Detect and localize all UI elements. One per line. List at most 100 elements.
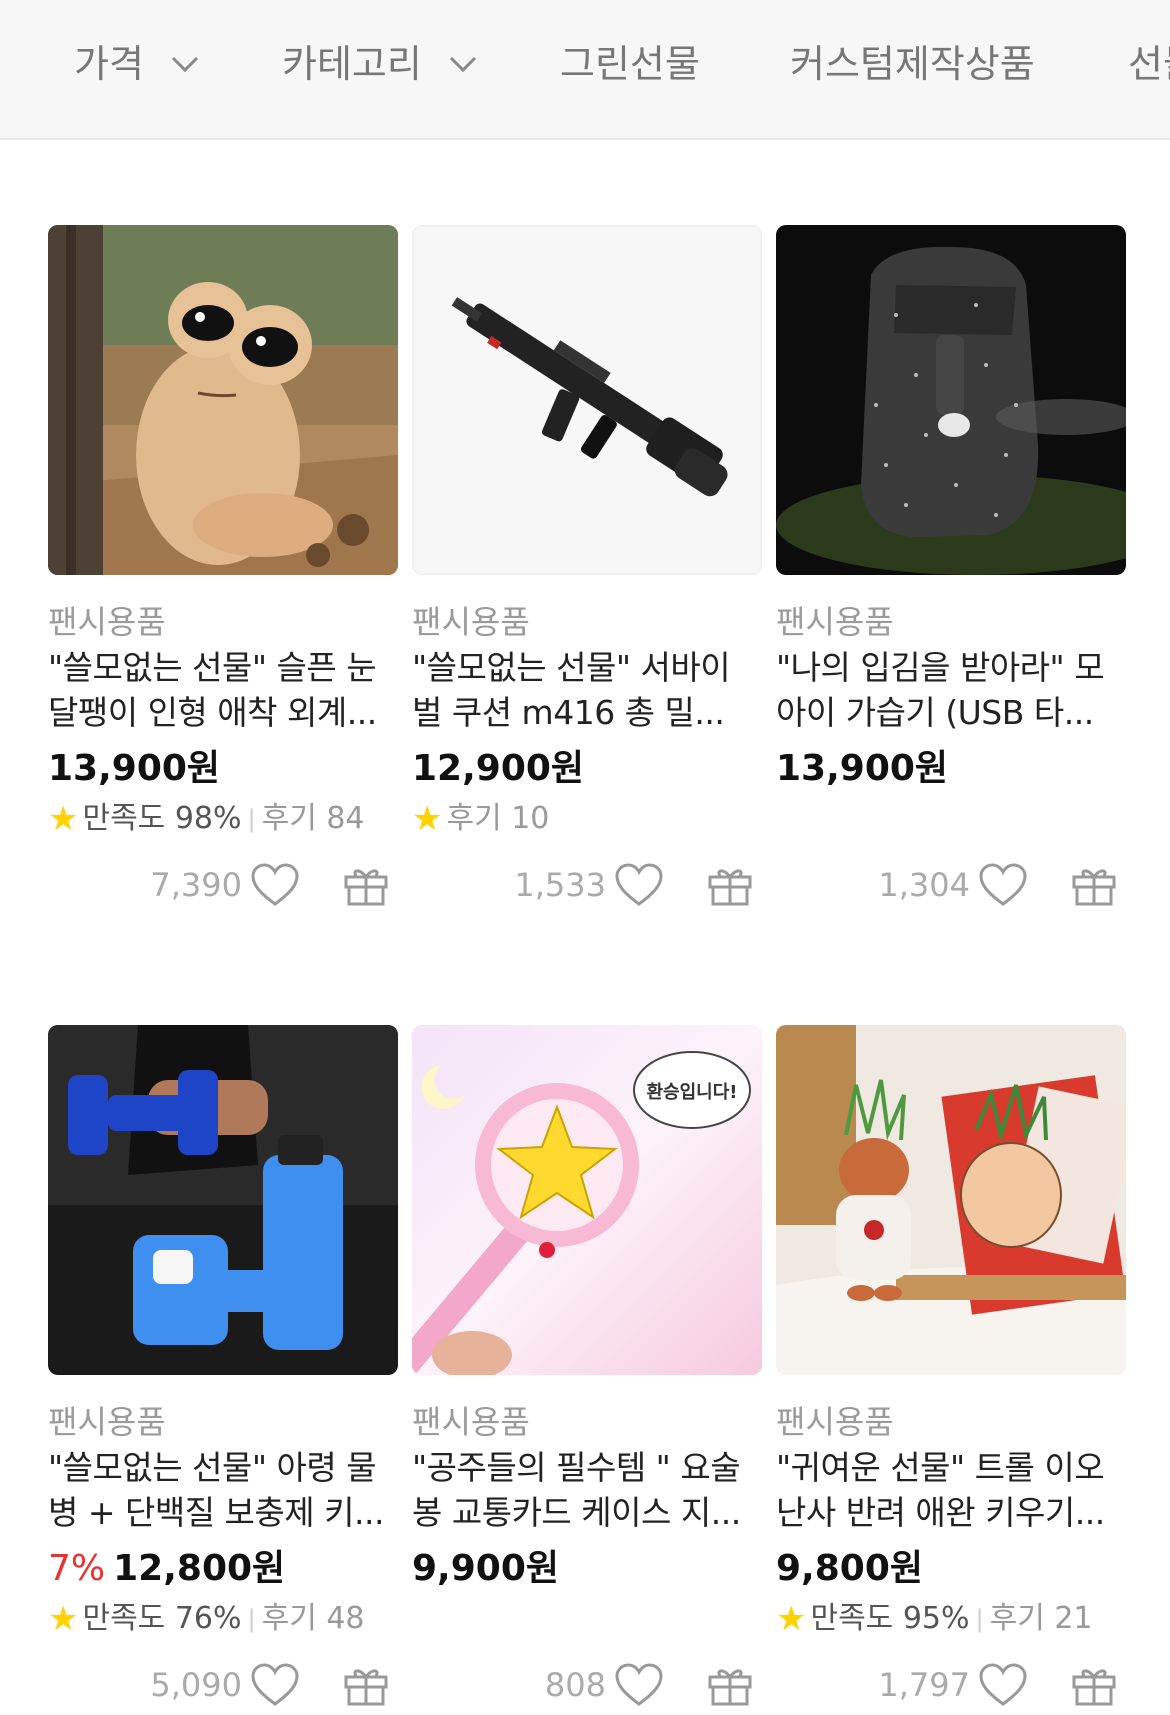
price-value: 9,800 bbox=[776, 1548, 890, 1589]
heart-icon[interactable] bbox=[978, 1662, 1028, 1708]
price-value: 9,900 bbox=[412, 1548, 526, 1589]
product-title-line-2: 봉 교통카드 케이스 지... bbox=[412, 1493, 741, 1532]
product-title-line-1: "쓸모없는 선물" 서바이 bbox=[412, 648, 731, 687]
like-count: 808 bbox=[544, 1666, 606, 1704]
product-category: 팬시용품 bbox=[776, 1403, 894, 1441]
product-price: 9,900원 bbox=[412, 1545, 559, 1593]
gift-icon[interactable] bbox=[1070, 863, 1118, 907]
satisfaction-text: 만족도 95% bbox=[810, 1601, 970, 1636]
star-icon: ★ bbox=[48, 1599, 79, 1639]
product-rating: ★ 후기 10 bbox=[412, 798, 549, 840]
product-title-line-1: "쓸모없는 선물" 아령 물 bbox=[48, 1448, 377, 1487]
product-title[interactable]: "쓸모없는 선물" 슬픈 눈 달팽이 인형 애착 외계... bbox=[48, 645, 403, 735]
product-image-magic-wand[interactable]: 환승입니다! bbox=[412, 1025, 762, 1375]
review-count: 후기 48 bbox=[261, 1601, 365, 1636]
product-category: 팬시용품 bbox=[412, 1403, 530, 1441]
price-unit: 원 bbox=[525, 1548, 559, 1589]
filter-price-label: 가격 bbox=[74, 42, 144, 86]
product-price: 7% 12,800원 bbox=[48, 1545, 285, 1593]
product-title[interactable]: "귀여운 선물" 트롤 이오 난사 반려 애완 키우기... bbox=[776, 1445, 1131, 1535]
product-category: 팬시용품 bbox=[48, 603, 166, 641]
gift-icon[interactable] bbox=[706, 1663, 754, 1707]
filter-category[interactable]: 카테고리 bbox=[282, 38, 478, 90]
star-icon: ★ bbox=[412, 799, 443, 839]
satisfaction-text: 만족도 76% bbox=[82, 1601, 242, 1636]
rifle-cushion-image bbox=[414, 227, 760, 573]
rating-separator: | bbox=[247, 805, 256, 833]
heart-icon[interactable] bbox=[614, 1662, 664, 1708]
product-rating: ★ 만족도 95% | 후기 21 bbox=[776, 1598, 1093, 1640]
heart-icon[interactable] bbox=[978, 862, 1028, 908]
product-title[interactable]: "나의 입김을 받아라" 모 아이 가습기 (USB 타... bbox=[776, 645, 1131, 735]
product-image-dumbbell-bottle[interactable] bbox=[48, 1025, 398, 1375]
filter-bar: 가격 카테고리 그린선물 커스텀제작상품 선물 bbox=[0, 0, 1170, 140]
filter-custom-made-label: 커스텀제작상품 bbox=[790, 42, 1035, 86]
troll-plant-image bbox=[776, 1025, 1126, 1375]
product-title[interactable]: "쓸모없는 선물" 서바이 벌 쿠션 m416 총 밀... bbox=[412, 645, 767, 735]
satisfaction-text: 만족도 98% bbox=[82, 801, 242, 836]
review-count: 후기 10 bbox=[446, 801, 550, 836]
like-count: 7,390 bbox=[150, 866, 242, 904]
like-count: 1,797 bbox=[878, 1666, 970, 1704]
product-image-troll-plant[interactable] bbox=[776, 1025, 1126, 1375]
product-category: 팬시용품 bbox=[412, 603, 530, 641]
snail-plush-image bbox=[48, 225, 398, 575]
product-actions: 5,090 bbox=[150, 1659, 398, 1711]
product-price: 12,900원 bbox=[412, 745, 584, 793]
product-price: 9,800원 bbox=[776, 1545, 923, 1593]
price-unit: 원 bbox=[550, 748, 585, 789]
product-image-rifle-cushion[interactable] bbox=[412, 225, 762, 575]
magic-wand-image: 환승입니다! bbox=[412, 1025, 762, 1375]
filter-price[interactable]: 가격 bbox=[74, 38, 200, 90]
price-unit: 원 bbox=[889, 1548, 923, 1589]
heart-icon[interactable] bbox=[250, 862, 300, 908]
product-title[interactable]: "쓸모없는 선물" 아령 물 병 + 단백질 보충제 키... bbox=[48, 1445, 403, 1535]
price-value: 13,900 bbox=[48, 748, 187, 789]
discount-rate: 7% bbox=[48, 1548, 106, 1589]
like-count: 1,304 bbox=[878, 866, 970, 904]
filter-green-gift[interactable]: 그린선물 bbox=[560, 38, 700, 90]
product-title-line-2: 병 + 단백질 보충제 키... bbox=[48, 1493, 384, 1532]
product-image-snail-plush[interactable] bbox=[48, 225, 398, 575]
heart-icon[interactable] bbox=[614, 862, 664, 908]
star-icon: ★ bbox=[776, 1599, 807, 1639]
product-title-line-1: "공주들의 필수템 " 요술 bbox=[412, 1448, 741, 1487]
product-rating: ★ 만족도 98% | 후기 84 bbox=[48, 798, 365, 840]
chevron-down-icon bbox=[171, 56, 198, 73]
gift-icon[interactable] bbox=[342, 1663, 390, 1707]
product-image-moai-humidifier[interactable] bbox=[776, 225, 1126, 575]
wand-speech-text: 환승입니다! bbox=[646, 1081, 737, 1103]
gift-icon[interactable] bbox=[342, 863, 390, 907]
dumbbell-bottle-image bbox=[48, 1025, 398, 1375]
product-actions: 1,304 bbox=[878, 859, 1126, 911]
filter-gift[interactable]: 선물 bbox=[1128, 38, 1170, 90]
like-count: 5,090 bbox=[150, 1666, 242, 1704]
price-unit: 원 bbox=[252, 1548, 286, 1589]
gift-icon[interactable] bbox=[1070, 1663, 1118, 1707]
review-count: 후기 21 bbox=[989, 1601, 1093, 1636]
review-count: 후기 84 bbox=[261, 801, 365, 836]
product-price: 13,900원 bbox=[48, 745, 220, 793]
like-count: 1,533 bbox=[514, 866, 606, 904]
product-actions: 1,533 bbox=[514, 859, 762, 911]
product-category: 팬시용품 bbox=[48, 1403, 166, 1441]
product-actions: 808 bbox=[545, 1659, 762, 1711]
filter-gift-label: 선물 bbox=[1128, 42, 1170, 86]
heart-icon[interactable] bbox=[250, 1662, 300, 1708]
price-value: 12,900 bbox=[412, 748, 551, 789]
product-title-line-2: 난사 반려 애완 키우기... bbox=[776, 1493, 1105, 1532]
filter-custom-made[interactable]: 커스텀제작상품 bbox=[790, 38, 1035, 90]
product-title-line-2: 달팽이 인형 애착 외계... bbox=[48, 693, 377, 732]
product-title[interactable]: "공주들의 필수템 " 요술 봉 교통카드 케이스 지... bbox=[412, 1445, 767, 1535]
product-category: 팬시용품 bbox=[776, 603, 894, 641]
product-price: 13,900원 bbox=[776, 745, 948, 793]
moai-humidifier-image bbox=[776, 225, 1126, 575]
price-unit: 원 bbox=[914, 748, 949, 789]
product-title-line-2: 아이 가습기 (USB 타... bbox=[776, 693, 1094, 732]
product-title-line-1: "귀여운 선물" 트롤 이오 bbox=[776, 1448, 1105, 1487]
price-value: 13,900 bbox=[776, 748, 915, 789]
gift-icon[interactable] bbox=[706, 863, 754, 907]
product-title-line-1: "나의 입김을 받아라" 모 bbox=[776, 648, 1105, 687]
product-actions: 1,797 bbox=[878, 1659, 1126, 1711]
star-icon: ★ bbox=[48, 799, 79, 839]
